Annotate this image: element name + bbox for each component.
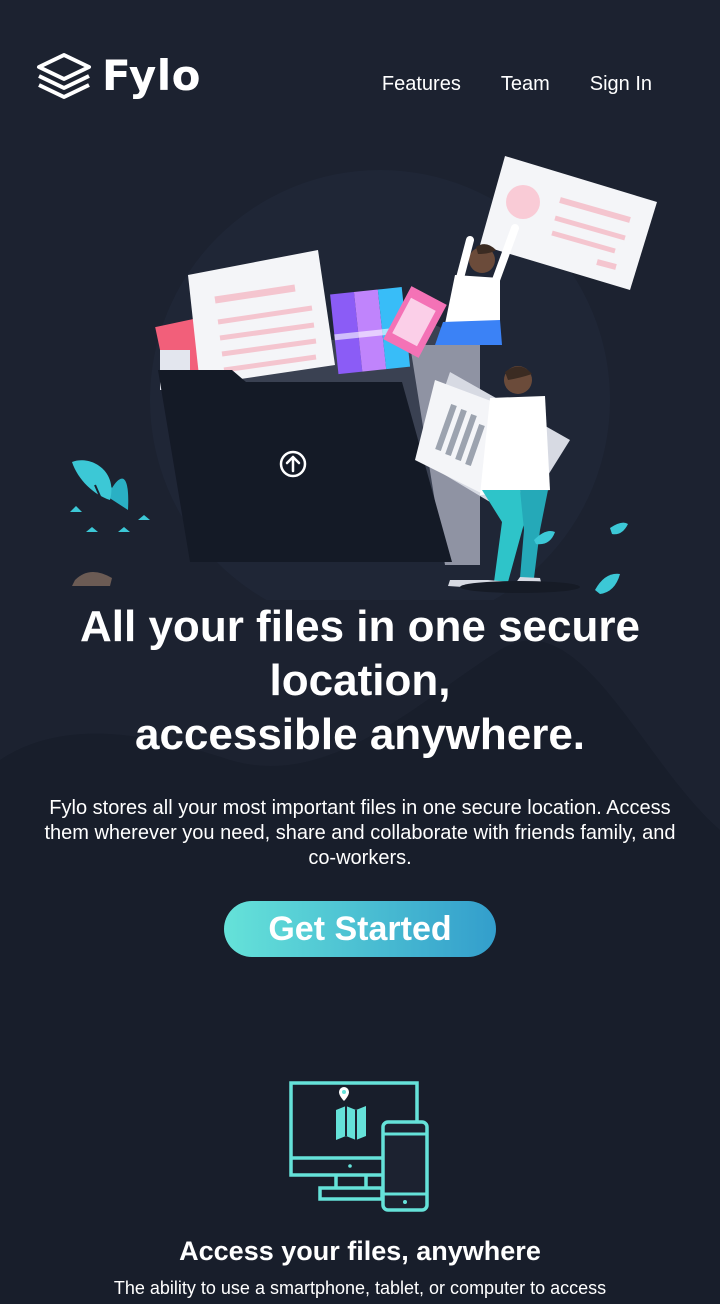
brand-logo[interactable]: Fylo xyxy=(36,52,201,100)
brand-name: Fylo xyxy=(102,51,202,100)
landing-page: Fylo Features Team Sign In All your file… xyxy=(0,0,720,1304)
hero-title: All your files in one secure location, a… xyxy=(50,600,670,762)
feature-access-anywhere: Access your files, anywhere The ability … xyxy=(0,1080,720,1304)
site-header: Fylo Features Team Sign In xyxy=(0,0,720,140)
get-started-button[interactable]: Get Started xyxy=(224,901,496,957)
hero-title-line-1: All your files in one secure location, xyxy=(80,602,640,705)
monitor-phone-icon xyxy=(289,1081,429,1212)
nav-link-team[interactable]: Team xyxy=(501,72,550,96)
main-nav: Features Team Sign In xyxy=(382,72,652,96)
nav-link-features[interactable]: Features xyxy=(382,72,461,96)
file-folder-illustration xyxy=(70,156,657,600)
feature-description: The ability to use a smartphone, tablet,… xyxy=(113,1278,607,1304)
hero-section: All your files in one secure location, a… xyxy=(0,600,720,957)
hero-title-line-2: accessible anywhere. xyxy=(134,710,586,759)
layered-stack-icon xyxy=(37,53,91,99)
hero-subtitle: Fylo stores all your most important file… xyxy=(44,797,676,869)
feature-title: Access your files, anywhere xyxy=(179,1236,541,1266)
nav-link-sign-in[interactable]: Sign In xyxy=(590,72,652,96)
